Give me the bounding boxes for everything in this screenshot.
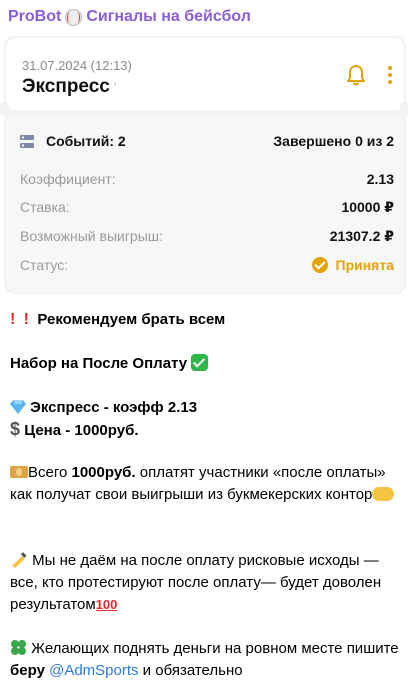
hundred-points-icon: 100	[95, 597, 118, 612]
potential-win-label: Возможный выигрыш:	[20, 228, 163, 244]
baseball-icon	[65, 8, 83, 26]
channel-name: ProBot	[8, 8, 62, 25]
ticket-details: Событий: 2 Завершено 0 из 2 Коэффициент:…	[6, 114, 404, 292]
more-options-icon[interactable]	[386, 64, 394, 86]
contact-text-b: и обязательно	[138, 662, 243, 679]
writing-hand-icon	[12, 552, 27, 568]
odds-value: 2.13	[366, 171, 394, 187]
potential-win-value: 21307.2 ₽	[329, 227, 394, 244]
check-mark-icon	[191, 354, 209, 371]
payment-amount: 1000руб.	[71, 464, 136, 481]
stake-row: Ставка: 10000 ₽	[20, 196, 394, 218]
admin-link[interactable]: @AdmSports	[49, 662, 138, 679]
recommend-text: Рекомендуем брать всем	[37, 311, 226, 328]
post-line-price: $ Цена - 1000руб.	[10, 418, 402, 442]
post-line-express: Экспресс - коэфф 2.13	[10, 397, 402, 419]
post-paragraph-guarantee: Мы не даём на после оплату рисковые исхо…	[10, 550, 402, 616]
post-line-recommend: ! ! Рекомендуем брать всем	[10, 309, 402, 331]
exclamation-icon: !	[10, 311, 16, 328]
post-paragraph-payment: Всего 1000руб. оплатят участники «после …	[10, 462, 402, 506]
ticket-type: Экспресс '	[22, 76, 117, 98]
odds-row: Коэффициент: 2.13	[20, 168, 394, 190]
completed-count: Завершено 0 из 2	[273, 133, 394, 149]
set-text: Набор на После Оплату	[10, 355, 188, 372]
contact-text-a: Желающих поднять деньги на ровном месте …	[27, 640, 399, 657]
express-text: Экспресс - коэфф 2.13	[30, 399, 198, 416]
status-label: Статус:	[20, 257, 69, 273]
money-icon	[10, 466, 28, 478]
clover-icon	[11, 640, 26, 655]
dollar-icon: $	[10, 419, 21, 439]
price-text: Цена - 1000руб.	[24, 422, 139, 439]
ticket-date: 31.07.2024 (12:13)	[22, 58, 132, 73]
list-icon	[20, 134, 34, 148]
handshake-icon	[372, 487, 395, 501]
bet-ticket-card: 31.07.2024 (12:13) Экспресс ' Событий: 2…	[0, 36, 408, 294]
status-row: Статус: Принята	[20, 254, 394, 276]
channel-subtitle: Сигналы на бейсбол	[86, 8, 251, 25]
channel-title[interactable]: ProBot Сигналы на бейсбол	[8, 6, 251, 28]
potential-win-row: Возможный выигрыш: 21307.2 ₽	[20, 225, 394, 247]
ticket-type-marker: '	[113, 79, 117, 95]
ticket-type-label: Экспресс	[22, 76, 110, 97]
stake-value: 10000 ₽	[341, 198, 394, 215]
events-row[interactable]: Событий: 2 Завершено 0 из 2	[20, 130, 394, 152]
post-paragraph-contact: Желающих поднять деньги на ровном месте …	[10, 638, 402, 682]
stake-label: Ставка:	[20, 199, 70, 215]
status-value: Принята	[335, 257, 395, 273]
guarantee-text: Мы не даём на после оплату рисковые исхо…	[10, 552, 382, 613]
post-line-set: Набор на После Оплату	[10, 353, 402, 375]
exclamation-icon: !	[23, 311, 29, 328]
ticket-notch-left	[0, 102, 10, 116]
odds-label: Коэффициент:	[20, 171, 116, 187]
diamond-icon	[10, 400, 26, 414]
events-label: Событий: 2	[46, 133, 126, 149]
bell-icon[interactable]	[346, 64, 366, 86]
events-count: Событий: 2	[20, 133, 126, 149]
payment-text-a: Всего	[28, 464, 72, 481]
check-circle-icon	[311, 257, 328, 273]
status-badge: Принята	[311, 257, 395, 273]
contact-keyword: беру	[10, 662, 45, 679]
ticket-notch-right	[400, 102, 408, 116]
ticket-header: 31.07.2024 (12:13) Экспресс '	[6, 38, 404, 110]
